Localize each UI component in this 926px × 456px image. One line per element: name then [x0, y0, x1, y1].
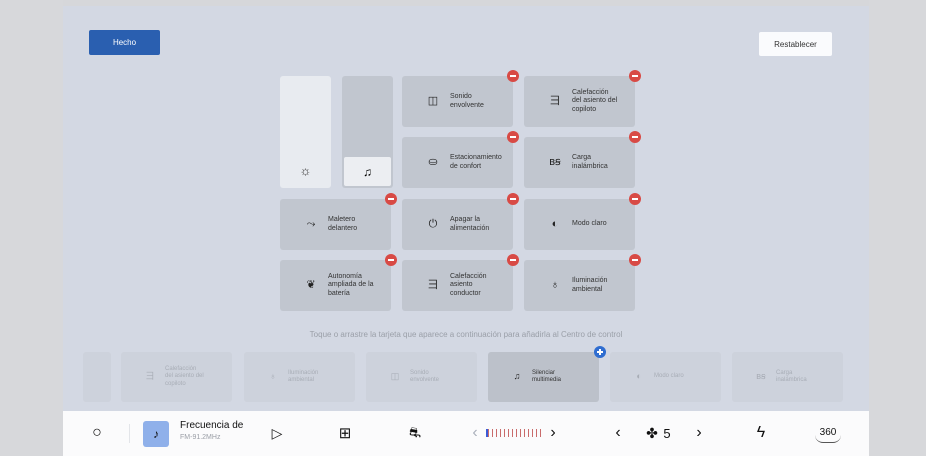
volume-slider[interactable]: ♫ — [342, 76, 393, 188]
remove-tile-button[interactable] — [507, 193, 519, 205]
add-tiles-hint: Toque o arrastre la tarjeta que aparece … — [309, 330, 623, 339]
tray-tile-partial[interactable] — [83, 352, 111, 402]
radio-title: Frecuencia de — [180, 420, 244, 431]
surround-sound-icon: ◫ — [427, 95, 439, 108]
tray-tile-surround-sound[interactable]: ◫ Sonido envolvente — [366, 352, 477, 402]
tile-label: Sonido envolvente — [410, 369, 440, 384]
tile-label: Sonido envolvente — [450, 93, 484, 109]
right-margin — [869, 0, 926, 456]
tile-front-trunk[interactable]: ⤳ Maletero delantero — [280, 199, 391, 250]
remove-tile-button[interactable] — [507, 131, 519, 143]
light-mode-icon: ◐ — [636, 371, 642, 382]
tile-label: Estacionamiento de confort — [450, 154, 502, 170]
left-margin — [0, 0, 63, 456]
tile-label: Modo claro — [654, 373, 684, 380]
apps-grid-icon[interactable]: ⊞ — [335, 423, 355, 443]
done-button[interactable]: Hecho — [89, 30, 160, 55]
tile-label: Calefacción del asiento del copiloto — [165, 365, 204, 387]
tile-label: Silenciar multimedia — [532, 369, 562, 384]
tile-driver-seat-heat[interactable]: ⺕ Calefacción asiento conductor — [402, 260, 513, 311]
tile-label: Iluminación ambiental — [288, 369, 319, 384]
radio-info[interactable]: Frecuencia de FM-91.2MHz — [180, 420, 260, 448]
passenger-seat-heat-icon: ⺕ — [145, 371, 155, 382]
remove-tile-button[interactable] — [507, 70, 519, 82]
light-mode-icon: ◐ — [551, 218, 559, 231]
lightning-icon[interactable]: ϟ — [753, 423, 769, 443]
ambient-light-icon: ♁ — [550, 279, 560, 292]
fan-decrease-icon[interactable]: ‹ — [612, 423, 624, 443]
volume-icon: ♫ — [363, 164, 372, 179]
tile-label: Carga inalámbrica — [572, 154, 608, 170]
tile-light-mode[interactable]: ◐ Modo claro — [524, 199, 635, 250]
tray-tile-ambient-light[interactable]: ♁ Iluminación ambiental — [244, 352, 355, 402]
remove-tile-button[interactable] — [385, 193, 397, 205]
extended-range-icon: ❦ — [306, 279, 316, 292]
remove-tile-button[interactable] — [629, 193, 641, 205]
tray-tile-passenger-seat-heat[interactable]: ⺕ Calefacción del asiento del copiloto — [121, 352, 232, 402]
remove-tile-button[interactable] — [629, 131, 641, 143]
tile-ambient-light[interactable]: ♁ Iluminación ambiental — [524, 260, 635, 311]
music-note-icon[interactable]: ♪ — [143, 421, 169, 447]
control-center-editor: Hecho Restablecer ☼ ♫ ◫ Sonido envolvent… — [63, 6, 869, 411]
driver-seat-heat-icon: ⺕ — [427, 279, 439, 292]
radio-frequency: FM-91.2MHz — [180, 434, 221, 441]
home-icon[interactable]: ○ — [87, 423, 107, 443]
mute-media-icon: ♫ — [513, 371, 521, 382]
tile-surround-sound[interactable]: ◫ Sonido envolvente — [402, 76, 513, 127]
remove-tile-button[interactable] — [507, 254, 519, 266]
tile-comfort-parking[interactable]: ⛀ Estacionamiento de confort — [402, 137, 513, 188]
tile-power-off[interactable]: ⏻ Apagar la alimentación — [402, 199, 513, 250]
tile-label: Calefacción asiento conductor — [450, 272, 487, 297]
tile-label: Iluminación ambiental — [572, 277, 608, 293]
comfort-parking-icon: ⛀ — [428, 156, 438, 169]
temperature-slider[interactable] — [486, 429, 542, 437]
tile-wireless-charging[interactable]: ʙꞩ Carga inalámbrica — [524, 137, 635, 188]
temp-decrease-icon[interactable]: ‹ — [469, 423, 481, 443]
fan-increase-icon[interactable]: › — [693, 423, 705, 443]
fan-icon: ✤ — [646, 424, 658, 441]
passenger-seat-heat-icon: ⺕ — [549, 95, 561, 108]
tile-label: Apagar la alimentación — [450, 216, 490, 232]
temp-increase-icon[interactable]: › — [547, 423, 559, 443]
front-trunk-icon: ⤳ — [306, 218, 316, 231]
tray-tile-wireless-charging[interactable]: ʙꞩ Carga inalámbrica — [732, 352, 843, 402]
tray-tile-light-mode[interactable]: ◐ Modo claro — [610, 352, 721, 402]
reset-button[interactable]: Restablecer — [759, 32, 832, 56]
brightness-slider[interactable]: ☼ — [280, 76, 331, 188]
surround-sound-icon: ◫ — [390, 371, 400, 382]
power-icon: ⏻ — [428, 218, 438, 231]
screen: Hecho Restablecer ☼ ♫ ◫ Sonido envolvent… — [0, 0, 926, 456]
tile-passenger-seat-heat[interactable]: ⺕ Calefacción del asiento del copiloto — [524, 76, 635, 127]
wireless-charging-icon: ʙꞩ — [756, 371, 766, 382]
remove-tile-button[interactable] — [629, 254, 641, 266]
view-360-icon[interactable]: 360 — [815, 423, 841, 443]
remove-tile-button[interactable] — [385, 254, 397, 266]
tile-extended-range[interactable]: ❦ Autonomía ampliada de la batería — [280, 260, 391, 311]
tile-label: Carga inalámbrica — [776, 369, 807, 384]
fan-speed-value: 5 — [663, 425, 671, 441]
ambient-light-icon: ♁ — [269, 371, 277, 382]
tile-label: Autonomía ampliada de la batería — [328, 272, 374, 297]
taskbar: ○ ♪ Frecuencia de FM-91.2MHz ▷ ⊞ ⛐ ‹ › ‹… — [63, 411, 869, 456]
tray-tile-mute-media[interactable]: ♫ Silenciar multimedia — [488, 352, 599, 402]
tile-label: Modo claro — [572, 220, 607, 228]
car-icon[interactable]: ⛐ — [404, 423, 426, 443]
play-icon[interactable]: ▷ — [267, 423, 287, 443]
tile-label: Maletero delantero — [328, 216, 358, 232]
wireless-charging-icon: ʙꞩ — [549, 156, 561, 169]
remove-tile-button[interactable] — [629, 70, 641, 82]
add-tile-button[interactable] — [594, 346, 606, 358]
tile-label: Calefacción del asiento del copiloto — [572, 88, 618, 113]
brightness-icon: ☼ — [299, 163, 312, 178]
divider — [129, 424, 130, 443]
